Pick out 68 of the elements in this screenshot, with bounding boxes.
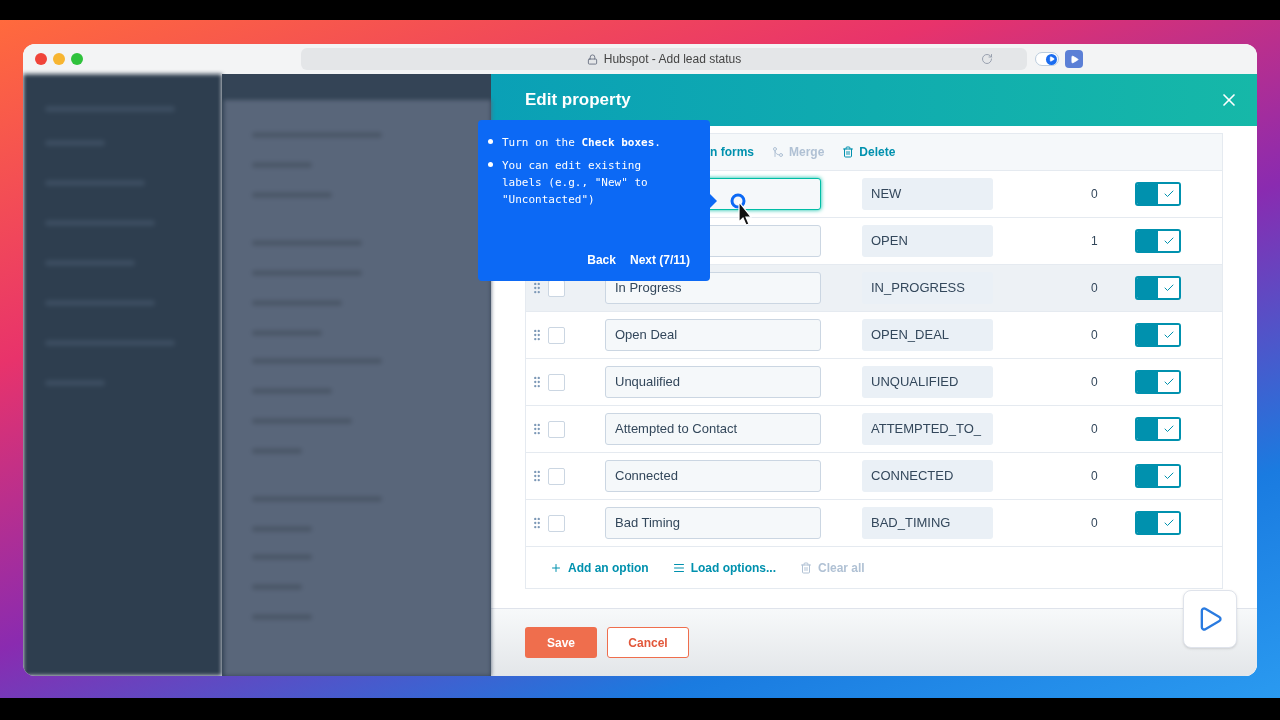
usage-count: 0	[1091, 468, 1099, 485]
check-icon	[1162, 188, 1175, 200]
tooltip-text: You can edit existing labels (e.g., "New" to "Uncontacted")	[502, 158, 649, 208]
bullet-icon	[488, 139, 493, 144]
address-bar[interactable]: Hubspot - Add lead status	[301, 48, 1027, 70]
checkbox[interactable]	[548, 467, 565, 485]
toggle-switch[interactable]	[1135, 276, 1181, 300]
plus-icon	[550, 561, 562, 574]
check-icon	[1162, 282, 1175, 294]
back-button[interactable]: Back	[587, 251, 616, 269]
internal-name-field: OPEN_DEAL	[862, 319, 993, 351]
check-icon	[1162, 423, 1175, 435]
lock-icon	[586, 53, 598, 65]
internal-name-field: ATTEMPTED_TO_	[862, 413, 993, 445]
usage-count: 0	[1091, 374, 1099, 391]
trash-icon	[800, 561, 812, 574]
internal-name-field: BAD_TIMING	[862, 507, 993, 539]
merge-icon	[772, 146, 784, 158]
toggle-switch[interactable]	[1135, 182, 1181, 206]
next-button[interactable]: Next (7/11)	[629, 251, 690, 269]
usage-count: 0	[1091, 515, 1099, 532]
toggle-switch[interactable]	[1135, 464, 1181, 488]
toggle-switch[interactable]	[1135, 370, 1181, 394]
play-widget-button[interactable]	[1183, 590, 1237, 648]
internal-name-field: NEW	[862, 178, 993, 210]
usage-count: 0	[1091, 327, 1099, 344]
usage-count: 0	[1091, 280, 1099, 297]
usage-count: 0	[1091, 421, 1099, 438]
check-icon	[1162, 470, 1175, 482]
toolbar-action[interactable]: Delete	[842, 143, 896, 161]
page-title: Hubspot - Add lead status	[603, 51, 742, 68]
save-button[interactable]: Save	[525, 627, 597, 658]
option-action-link[interactable]: Add an option	[550, 558, 649, 577]
label-field[interactable]: Open Deal	[605, 319, 821, 351]
maximize-window-button[interactable]	[71, 53, 83, 65]
cancel-button[interactable]: Cancel	[607, 627, 689, 658]
toggle-switch[interactable]	[1135, 323, 1181, 347]
label-field[interactable]: Connected	[605, 460, 821, 492]
usage-count: 0	[1091, 186, 1099, 203]
internal-name-field: OPEN	[862, 225, 993, 257]
close-window-button[interactable]	[35, 53, 47, 65]
usage-count: 1	[1091, 233, 1099, 250]
internal-name-field: CONNECTED	[862, 460, 993, 492]
checkbox[interactable]	[548, 373, 565, 391]
tooltip-text: Turn on the Check boxes.	[502, 135, 662, 151]
check-icon	[1162, 235, 1175, 247]
panel-title: Edit property	[525, 89, 631, 112]
checkbox[interactable]	[548, 326, 565, 344]
extension-icon[interactable]	[1065, 50, 1083, 68]
toggle-switch[interactable]	[1135, 511, 1181, 535]
bullet-icon	[488, 162, 493, 167]
option-action-link[interactable]: Load options...	[672, 558, 776, 577]
checkbox[interactable]	[548, 420, 565, 438]
checkbox[interactable]	[548, 514, 565, 532]
toggle-switch[interactable]	[1135, 417, 1181, 441]
reload-icon[interactable]	[981, 53, 993, 65]
recording-toggle-icon[interactable]	[1035, 52, 1059, 66]
toggle-switch[interactable]	[1135, 229, 1181, 253]
label-field[interactable]: Bad Timing	[605, 507, 821, 539]
toolbar-action[interactable]: n forms	[710, 143, 754, 161]
internal-name-field: UNQUALIFIED	[862, 366, 993, 398]
check-icon	[1162, 329, 1175, 341]
trash-icon	[842, 146, 855, 158]
label-field[interactable]: Attempted to Contact	[605, 413, 821, 445]
label-field[interactable]: Unqualified	[605, 366, 821, 398]
list-icon	[672, 561, 685, 574]
check-icon	[1162, 376, 1175, 388]
check-icon	[1162, 517, 1175, 529]
